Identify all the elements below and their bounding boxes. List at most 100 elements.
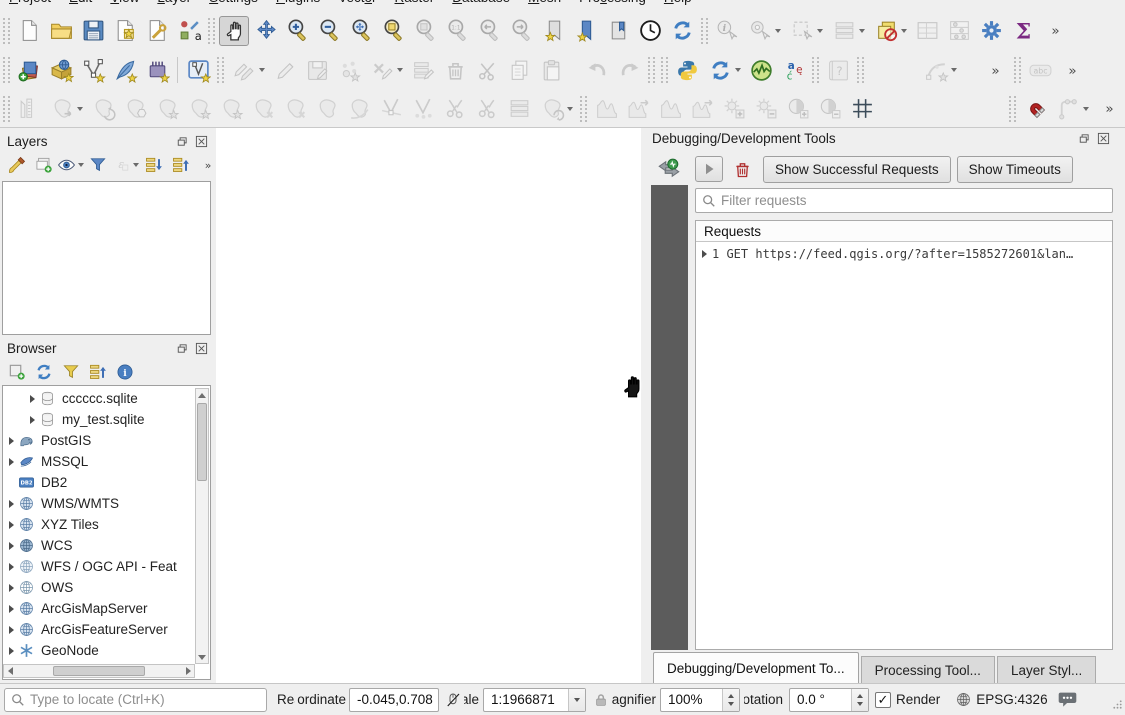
browser-item-mssql[interactable]: MSSQL xyxy=(3,451,195,472)
layers-float-button[interactable] xyxy=(173,134,190,149)
menu-database[interactable]: Database xyxy=(443,0,519,11)
topology-tools-button[interactable] xyxy=(1052,94,1092,124)
menu-vector[interactable]: Vector xyxy=(329,0,385,11)
increase-contrast-button[interactable] xyxy=(783,94,813,124)
reshape-features-button[interactable] xyxy=(312,94,342,124)
manage-map-themes-button[interactable] xyxy=(57,152,84,177)
toolbar-handle[interactable] xyxy=(648,57,655,83)
dropdown-arrow-icon[interactable] xyxy=(77,107,83,111)
rotate-point-symbols-button[interactable] xyxy=(536,94,576,124)
dropdown-arrow-icon[interactable] xyxy=(735,68,741,72)
expand-arrow-icon[interactable] xyxy=(9,605,14,613)
select-features-button[interactable] xyxy=(786,16,826,46)
decrease-brightness-button[interactable] xyxy=(751,94,781,124)
deselect-features-button[interactable] xyxy=(870,16,910,46)
expand-arrow-icon[interactable] xyxy=(9,563,14,571)
expand-all-button[interactable] xyxy=(140,152,167,177)
dropdown-arrow-icon[interactable] xyxy=(951,68,957,72)
dropdown-arrow-icon[interactable] xyxy=(567,107,573,111)
layers-close-button[interactable] xyxy=(193,134,210,149)
expand-arrow-icon[interactable] xyxy=(9,521,14,529)
pan-to-selection-button[interactable] xyxy=(251,16,281,46)
dock-tab-processing-tool[interactable]: Processing Tool... xyxy=(861,656,995,683)
browser-vertical-scrollbar[interactable] xyxy=(195,388,209,664)
refresh-browser-button[interactable] xyxy=(30,359,57,384)
layer-labeling-button[interactable]: abc xyxy=(1025,55,1055,85)
stretch-histogram-extended-button[interactable] xyxy=(623,94,653,124)
split-features-button[interactable] xyxy=(376,94,406,124)
style-manager-button[interactable]: a xyxy=(174,16,204,46)
menu-view[interactable]: View xyxy=(101,0,148,11)
copy-features-button[interactable] xyxy=(504,55,534,85)
cut-features-button[interactable] xyxy=(472,55,502,85)
new-shapefile-layer-button[interactable] xyxy=(78,55,108,85)
move-feature-button[interactable] xyxy=(46,94,86,124)
dropdown-arrow-icon[interactable] xyxy=(817,29,823,33)
open-layer-styling-button[interactable] xyxy=(3,152,30,177)
new-geopackage-layer-button[interactable] xyxy=(46,55,76,85)
scroll-down-button[interactable] xyxy=(196,651,208,663)
refresh-map-button[interactable] xyxy=(667,16,697,46)
vertex-editor-button[interactable] xyxy=(504,94,534,124)
menu-raster[interactable]: Raster xyxy=(386,0,444,11)
expand-arrow-icon[interactable] xyxy=(30,416,35,424)
delete-part-button[interactable] xyxy=(280,94,310,124)
menu-help[interactable]: Help xyxy=(655,0,701,11)
map-grid-button[interactable] xyxy=(847,94,877,124)
digitize-with-segment-button[interactable] xyxy=(334,55,364,85)
merge-features-button[interactable] xyxy=(440,94,470,124)
advanced-digitizing-button[interactable] xyxy=(366,55,406,85)
new-print-layout-button[interactable] xyxy=(110,16,140,46)
new-spatial-bookmark-button[interactable] xyxy=(539,16,569,46)
clear-requests-button[interactable] xyxy=(729,156,755,182)
select-by-value-button[interactable] xyxy=(828,16,868,46)
expand-arrow-icon[interactable] xyxy=(9,647,14,655)
toolbar-handle[interactable] xyxy=(1014,57,1021,83)
record-requests-button[interactable] xyxy=(695,156,723,182)
toolbar-handle[interactable] xyxy=(812,57,819,83)
browser-item-wfs-ogc-api-feat[interactable]: WFS / OGC API - Feat xyxy=(3,556,195,577)
expand-arrow-icon[interactable] xyxy=(9,584,14,592)
toggle-editing-button[interactable] xyxy=(270,55,300,85)
processing-toolbox-button[interactable] xyxy=(976,16,1006,46)
toolbar-extension-2-button[interactable]: » xyxy=(980,55,1010,85)
menu-processing[interactable]: Processing xyxy=(570,0,655,11)
toolbar-extension-4-button[interactable]: » xyxy=(1094,94,1124,124)
toolbar-handle[interactable] xyxy=(661,57,668,83)
modify-attributes-button[interactable] xyxy=(408,55,438,85)
split-parts-button[interactable] xyxy=(408,94,438,124)
dropdown-arrow-icon[interactable] xyxy=(259,68,265,72)
show-successful-requests-button[interactable]: Show Successful Requests xyxy=(763,156,951,183)
toggle-extents-icon[interactable] xyxy=(442,691,464,709)
coordinate-input[interactable]: -0.045,0.708 xyxy=(349,688,439,712)
current-edits-button[interactable] xyxy=(228,55,268,85)
toolbar-extension-button[interactable]: » xyxy=(1040,16,1070,46)
simplify-feature-button[interactable] xyxy=(120,94,150,124)
show-layout-manager-button[interactable] xyxy=(142,16,172,46)
menu-project[interactable]: Project xyxy=(0,0,60,11)
digitize-with-curve-button[interactable] xyxy=(920,55,960,85)
add-ring-button[interactable] xyxy=(152,94,182,124)
toolbar-handle[interactable] xyxy=(208,18,215,44)
filter-browser-button[interactable] xyxy=(57,359,84,384)
browser-item-db2[interactable]: DB2DB2 xyxy=(3,472,195,493)
browser-item-arcgismapserver[interactable]: ArcGisMapServer xyxy=(3,598,195,619)
expand-arrow-icon[interactable] xyxy=(9,458,14,466)
browser-item-wms-wmts[interactable]: WMS/WMTS xyxy=(3,493,195,514)
dropdown-arrow-icon[interactable] xyxy=(901,29,907,33)
zoom-last-button[interactable] xyxy=(475,16,505,46)
pan-map-button[interactable] xyxy=(219,16,249,46)
expand-arrow-icon[interactable] xyxy=(9,437,14,445)
show-bookmark-manager-button[interactable] xyxy=(603,16,633,46)
zoom-to-selection-button[interactable] xyxy=(379,16,409,46)
filter-by-expression-button[interactable]: ε xyxy=(112,152,139,177)
expand-arrow-icon[interactable] xyxy=(9,500,14,508)
magnifier-spin-arrows[interactable] xyxy=(722,689,739,711)
browser-item-arcgisfeatureserver[interactable]: ArcGisFeatureServer xyxy=(3,619,195,640)
local-histogram-stretch-button[interactable] xyxy=(655,94,685,124)
browser-item-my-test-sqlite[interactable]: my_test.sqlite xyxy=(3,409,195,430)
menu-layer[interactable]: Layer xyxy=(148,0,200,11)
add-group-button[interactable] xyxy=(30,152,57,177)
menu-settings[interactable]: Settings xyxy=(200,0,267,11)
browser-item-postgis[interactable]: PostGIS xyxy=(3,430,195,451)
